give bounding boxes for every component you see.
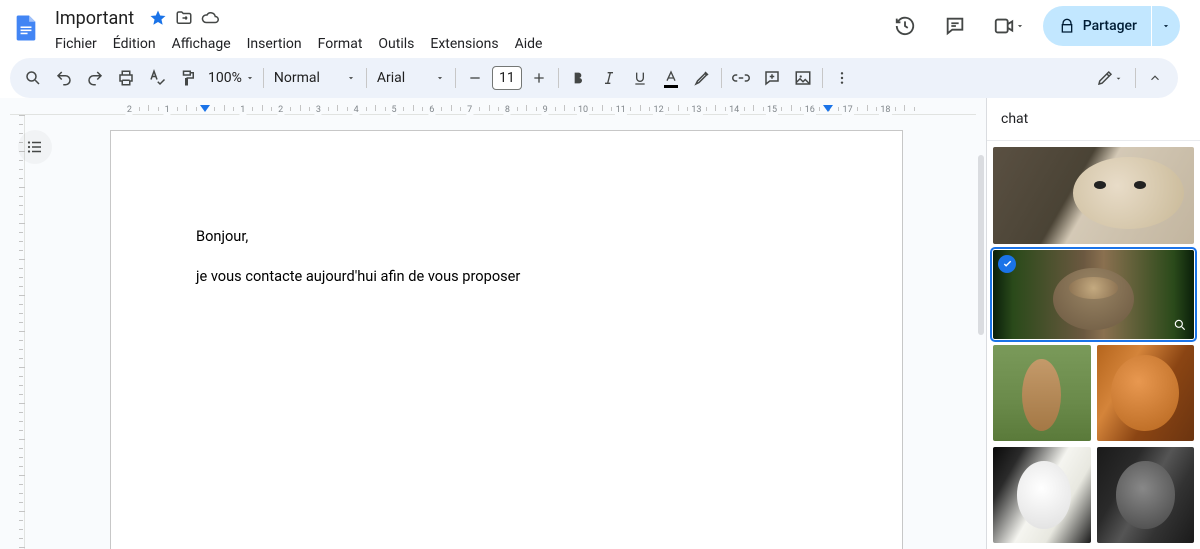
add-comment-icon[interactable]: [757, 63, 787, 93]
app-header: Important Fichier Édition Affichage Inse…: [0, 0, 1200, 58]
menu-outils[interactable]: Outils: [371, 32, 421, 56]
bold-icon[interactable]: [563, 63, 593, 93]
search-term-text: chat: [1001, 111, 1028, 127]
paint-format-icon[interactable]: [173, 63, 203, 93]
image-result-selected[interactable]: [993, 250, 1194, 339]
text-color-icon[interactable]: [656, 63, 686, 93]
menu-aide[interactable]: Aide: [508, 32, 550, 56]
horizontal-ruler[interactable]: 21123456789101112131415161718: [10, 98, 976, 115]
redo-icon[interactable]: [80, 63, 110, 93]
increase-font-icon[interactable]: [524, 63, 554, 93]
menu-bar: Fichier Édition Affichage Insertion Form…: [48, 30, 885, 58]
font-size-input[interactable]: [492, 66, 522, 90]
main-content: 21123456789101112131415161718 Bonjour, j…: [0, 98, 1200, 549]
italic-icon[interactable]: [594, 63, 624, 93]
separator: [822, 68, 823, 88]
menu-extensions[interactable]: Extensions: [423, 32, 505, 56]
separator: [1135, 68, 1136, 88]
image-result[interactable]: [1097, 447, 1195, 543]
image-results[interactable]: [987, 141, 1200, 549]
comments-icon[interactable]: [935, 6, 975, 46]
menu-fichier[interactable]: Fichier: [48, 32, 104, 56]
link-icon[interactable]: [726, 63, 756, 93]
image-result[interactable]: [993, 345, 1091, 441]
image-search-panel: chat: [986, 98, 1200, 549]
document-paragraph[interactable]: je vous contacte aujourd'hui afin de vou…: [196, 266, 817, 288]
separator: [455, 68, 456, 88]
more-icon[interactable]: [827, 63, 857, 93]
highlight-icon[interactable]: [687, 63, 717, 93]
editor-area: 21123456789101112131415161718 Bonjour, j…: [0, 98, 986, 549]
zoom-image-icon[interactable]: [1170, 315, 1190, 335]
menu-edition[interactable]: Édition: [106, 32, 163, 56]
menu-insertion[interactable]: Insertion: [240, 32, 309, 56]
underline-icon[interactable]: [625, 63, 655, 93]
share-label: Partager: [1083, 18, 1137, 34]
cloud-status-icon[interactable]: [201, 9, 219, 27]
collapse-toolbar-icon[interactable]: [1140, 63, 1170, 93]
toolbar: 100% Normal Arial: [10, 58, 1178, 98]
font-size-group: [460, 63, 554, 93]
separator: [263, 68, 264, 88]
share-dropdown[interactable]: [1152, 6, 1180, 46]
separator: [721, 68, 722, 88]
move-folder-icon[interactable]: [175, 9, 193, 27]
undo-icon[interactable]: [49, 63, 79, 93]
image-result[interactable]: [993, 147, 1194, 244]
menu-affichage[interactable]: Affichage: [165, 32, 238, 56]
share-button[interactable]: Partager: [1043, 6, 1151, 46]
menu-format[interactable]: Format: [311, 32, 370, 56]
header-actions: Partager: [885, 6, 1192, 46]
history-icon[interactable]: [885, 6, 925, 46]
image-result[interactable]: [1097, 345, 1195, 441]
print-icon[interactable]: [111, 63, 141, 93]
style-value: Normal: [274, 70, 320, 86]
selected-check-icon: [998, 255, 1016, 273]
separator: [558, 68, 559, 88]
toolbar-container: 100% Normal Arial: [0, 58, 1200, 98]
document-paragraph[interactable]: Bonjour,: [196, 226, 817, 248]
decrease-font-icon[interactable]: [460, 63, 490, 93]
image-result[interactable]: [993, 447, 1091, 543]
docs-logo[interactable]: [8, 10, 44, 46]
document-page[interactable]: Bonjour, je vous contacte aujourd'hui af…: [110, 130, 903, 549]
zoom-value: 100%: [208, 70, 242, 86]
font-value: Arial: [377, 70, 405, 86]
document-title-area: Important Fichier Édition Affichage Inse…: [48, 6, 885, 58]
font-dropdown[interactable]: Arial: [371, 70, 451, 86]
document-title[interactable]: Important: [48, 6, 141, 31]
meet-icon[interactable]: [985, 6, 1033, 46]
zoom-dropdown[interactable]: 100%: [204, 70, 259, 86]
page-scroll-area[interactable]: Bonjour, je vous contacte aujourd'hui af…: [0, 115, 986, 549]
separator: [366, 68, 367, 88]
paragraph-style-dropdown[interactable]: Normal: [268, 70, 362, 86]
insert-image-icon[interactable]: [788, 63, 818, 93]
spellcheck-icon[interactable]: [142, 63, 172, 93]
search-term-row[interactable]: chat: [987, 98, 1200, 141]
scrollbar-thumb[interactable]: [978, 155, 984, 335]
search-menu-icon[interactable]: [18, 63, 48, 93]
editing-mode-icon[interactable]: [1087, 63, 1131, 93]
star-icon[interactable]: [149, 9, 167, 27]
